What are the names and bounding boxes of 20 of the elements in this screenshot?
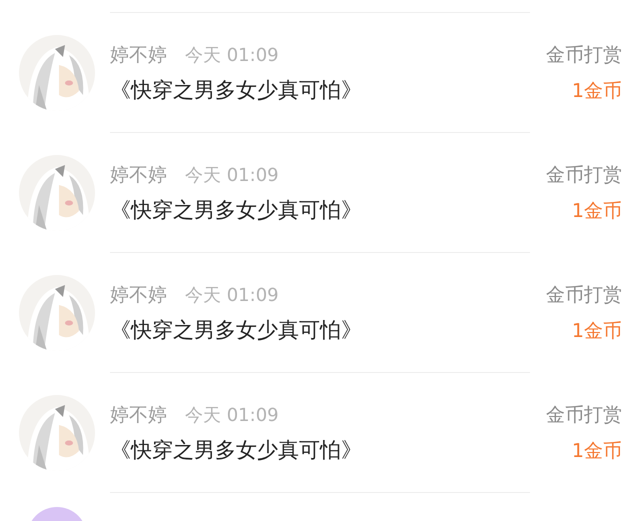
tip-amount: 1金币 [572, 198, 622, 224]
book-title: 《快穿之男多女少真可怕》 [110, 316, 363, 344]
tip-type: 金币打赏 [546, 162, 622, 188]
timestamp: 今天 01:09 [185, 164, 279, 186]
tip-type: 金币打赏 [546, 282, 622, 308]
timestamp: 今天 01:09 [185, 44, 279, 66]
user-name: 婷不婷 [110, 282, 167, 308]
tip-type: 金币打赏 [546, 42, 622, 68]
book-title: 《快穿之男多女少真可怕》 [110, 76, 363, 104]
timestamp: 今天 01:09 [185, 284, 279, 306]
book-title: 《快穿之男多女少真可怕》 [110, 436, 363, 464]
tip-amount: 1金币 [572, 78, 622, 104]
tip-amount: 1金币 [572, 438, 622, 464]
tip-type: 金币打赏 [546, 402, 622, 428]
user-name: 婷不婷 [110, 162, 167, 188]
book-title: 《快穿之男多女少真可怕》 [110, 196, 363, 224]
user-name: 婷不婷 [110, 402, 167, 428]
user-name: 婷不婷 [110, 42, 167, 68]
timestamp: 今天 01:09 [185, 404, 279, 426]
tip-amount: 1金币 [572, 318, 622, 344]
